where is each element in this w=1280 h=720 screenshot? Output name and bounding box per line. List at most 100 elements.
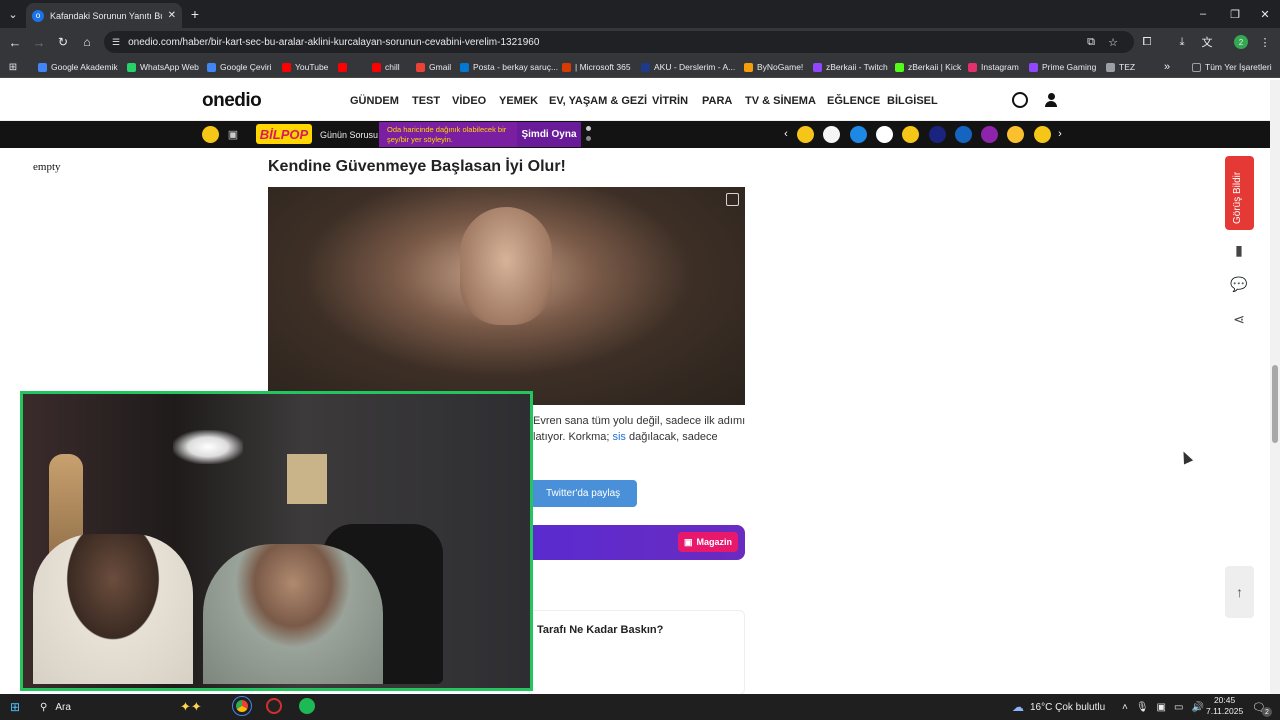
system-tray[interactable]: ˄ 🎙 ▣ ▭ 🔊 bbox=[1122, 694, 1204, 720]
bilpop-bar bbox=[0, 121, 1270, 148]
twitter-share-label: Twitter'da paylaş bbox=[546, 488, 621, 499]
bookmark-item[interactable]: Instagram bbox=[968, 56, 1019, 78]
bookmark-item[interactable]: Gmail bbox=[416, 56, 451, 78]
bookmark-item[interactable]: AKU - Derslerim - A... bbox=[641, 56, 735, 78]
forward-icon[interactable]: → bbox=[32, 35, 46, 50]
clock[interactable]: 20:45 7.11.2025 bbox=[1206, 695, 1243, 717]
downloads-icon[interactable]: ⤓ bbox=[1175, 35, 1189, 49]
nav-item[interactable]: YEMEK bbox=[499, 95, 538, 107]
bookmark-item[interactable]: chill bbox=[372, 56, 400, 78]
bookmark-favicon-icon bbox=[38, 62, 47, 72]
address-bar[interactable]: ☰ onedio.com/haber/bir-kart-sec-bu-arala… bbox=[104, 31, 1134, 53]
category-icon[interactable] bbox=[797, 126, 814, 143]
network-icon[interactable]: ▭ bbox=[1174, 702, 1183, 713]
app-taskbar-icon[interactable] bbox=[266, 698, 282, 714]
weather-widget[interactable]: ☁ 16°C Çok bulutlu bbox=[1012, 694, 1105, 720]
category-icon[interactable] bbox=[981, 126, 999, 143]
tray-chevron-icon[interactable]: ˄ bbox=[1122, 702, 1128, 713]
more-bookmarks-icon[interactable]: » bbox=[1160, 60, 1174, 74]
bookmark-favicon-icon bbox=[641, 62, 650, 72]
back-icon[interactable]: ← bbox=[8, 35, 22, 50]
site-info-icon[interactable]: ☰ bbox=[112, 37, 120, 48]
restore-icon[interactable]: ❐ bbox=[1228, 7, 1242, 21]
comments-icon[interactable]: 💬 bbox=[1230, 275, 1248, 293]
bookmark-item[interactable]: TEZ bbox=[1106, 56, 1135, 78]
user-icon[interactable] bbox=[1045, 93, 1057, 107]
nav-item[interactable]: EV, YAŞAM & GEZİ bbox=[549, 95, 647, 107]
window-close-icon[interactable]: ✕ bbox=[1258, 7, 1272, 21]
nav-item[interactable]: TEST bbox=[412, 95, 440, 107]
bookmark-item[interactable]: Google Akademik bbox=[38, 56, 118, 78]
scrollbar-thumb[interactable] bbox=[1272, 365, 1278, 443]
translate-icon[interactable]: 文 bbox=[1200, 35, 1214, 49]
nav-item[interactable]: EĞLENCE bbox=[827, 95, 880, 107]
close-tab-icon[interactable]: ✕ bbox=[168, 10, 176, 21]
profile-avatar[interactable]: 2 bbox=[1234, 35, 1248, 49]
chrome-menu-icon[interactable]: ⋮ bbox=[1258, 35, 1272, 49]
microphone-icon[interactable]: 🎙 bbox=[1136, 702, 1149, 713]
chrome-taskbar-icon[interactable] bbox=[232, 696, 252, 716]
scroll-to-top-button[interactable]: ↑ bbox=[1225, 566, 1254, 618]
clock-time: 20:45 bbox=[1213, 695, 1236, 705]
home-icon[interactable]: ⌂ bbox=[80, 35, 94, 49]
browser-tab-active[interactable]: o Kafandaki Sorunun Yanıtı Bu Ka... ✕ bbox=[26, 3, 182, 28]
sis-link[interactable]: sis bbox=[612, 431, 625, 443]
bookmark-item[interactable] bbox=[338, 56, 351, 78]
game-icon[interactable] bbox=[202, 126, 219, 143]
bookmark-item[interactable]: Prime Gaming bbox=[1029, 56, 1096, 78]
all-bookmarks-folder[interactable]: Tüm Yer İşaretleri bbox=[1192, 56, 1272, 78]
bookmark-item[interactable]: zBerkaii | Kick bbox=[895, 56, 961, 78]
nav-item[interactable]: BİLGİSEL bbox=[887, 95, 938, 107]
article-hero-image[interactable] bbox=[268, 187, 745, 405]
bookmark-favicon-icon bbox=[744, 62, 753, 72]
quiz-card[interactable] bbox=[528, 610, 745, 695]
nav-item[interactable]: TV & SİNEMA bbox=[745, 95, 816, 107]
bookmark-item[interactable]: Posta - berkay saruç... bbox=[460, 56, 558, 78]
copilot-sparkle-icon[interactable]: ✦✦ bbox=[180, 694, 202, 720]
question-text[interactable]: Oda haricinde dağınık olabilecek bir şey… bbox=[379, 122, 517, 147]
nav-item[interactable]: GÜNDEM bbox=[350, 95, 399, 107]
nav-item[interactable]: PARA bbox=[702, 95, 732, 107]
category-prev-icon[interactable]: ‹ bbox=[780, 127, 792, 141]
category-icon[interactable] bbox=[875, 126, 893, 143]
magazine-button[interactable]: ▣ Magazin bbox=[678, 532, 738, 552]
share-icon[interactable]: ⋖ bbox=[1230, 310, 1248, 328]
search-icon[interactable] bbox=[1012, 92, 1028, 108]
bilpop-logo[interactable]: BİLPOP bbox=[256, 124, 312, 144]
reload-icon[interactable]: ↻ bbox=[56, 35, 70, 49]
site-logo[interactable]: onedio bbox=[202, 90, 262, 112]
minimize-icon[interactable]: – bbox=[1196, 7, 1210, 21]
spotify-taskbar-icon[interactable] bbox=[299, 698, 315, 714]
bookmark-item[interactable]: YouTube bbox=[282, 56, 328, 78]
category-icon[interactable] bbox=[849, 126, 867, 143]
empty-placeholder: empty bbox=[33, 161, 61, 173]
category-icon[interactable] bbox=[928, 126, 946, 143]
bookmark-item[interactable]: WhatsApp Web bbox=[127, 56, 199, 78]
camera-tray-icon[interactable]: ▣ bbox=[1157, 702, 1166, 713]
bookmark-star-icon[interactable]: ☆ bbox=[1106, 35, 1120, 49]
play-now-button[interactable]: Şimdi Oyna bbox=[517, 122, 581, 147]
feedback-button[interactable]: Görüş Bildir bbox=[1225, 156, 1254, 230]
person-right bbox=[203, 544, 383, 684]
bookmark-item[interactable]: zBerkaii - Twitch bbox=[813, 56, 888, 78]
category-next-icon[interactable]: › bbox=[1054, 127, 1066, 141]
nav-item[interactable]: VİTRİN bbox=[652, 95, 688, 107]
volume-icon[interactable]: 🔊 bbox=[1191, 702, 1203, 713]
category-icon[interactable] bbox=[1033, 126, 1051, 143]
twitter-share-button[interactable]: Twitter'da paylaş bbox=[528, 480, 637, 507]
bookmark-item[interactable]: ByNoGame! bbox=[744, 56, 803, 78]
taskbar-search[interactable]: ⚲ Ara bbox=[40, 694, 71, 720]
tab-search-icon[interactable]: ⌄ bbox=[6, 7, 20, 21]
install-app-icon[interactable]: ⧉ bbox=[1084, 35, 1098, 49]
windows-start-icon[interactable]: ⊞ bbox=[10, 694, 20, 720]
gamepad-icon[interactable]: ▣ bbox=[227, 128, 239, 141]
nav-item[interactable]: VİDEO bbox=[452, 95, 486, 107]
bookmark-item[interactable]: Google Çeviri bbox=[207, 56, 272, 78]
bookmark-item[interactable]: | Microsoft 365 bbox=[562, 56, 631, 78]
fullscreen-icon[interactable] bbox=[726, 193, 739, 206]
category-icon[interactable] bbox=[954, 126, 972, 143]
new-tab-icon[interactable]: + bbox=[188, 6, 202, 22]
extensions-icon[interactable]: ⧠ bbox=[1140, 35, 1154, 49]
apps-grid-icon[interactable]: ⊞ bbox=[6, 60, 20, 74]
bookmark-add-icon[interactable]: ▮ bbox=[1230, 241, 1248, 259]
